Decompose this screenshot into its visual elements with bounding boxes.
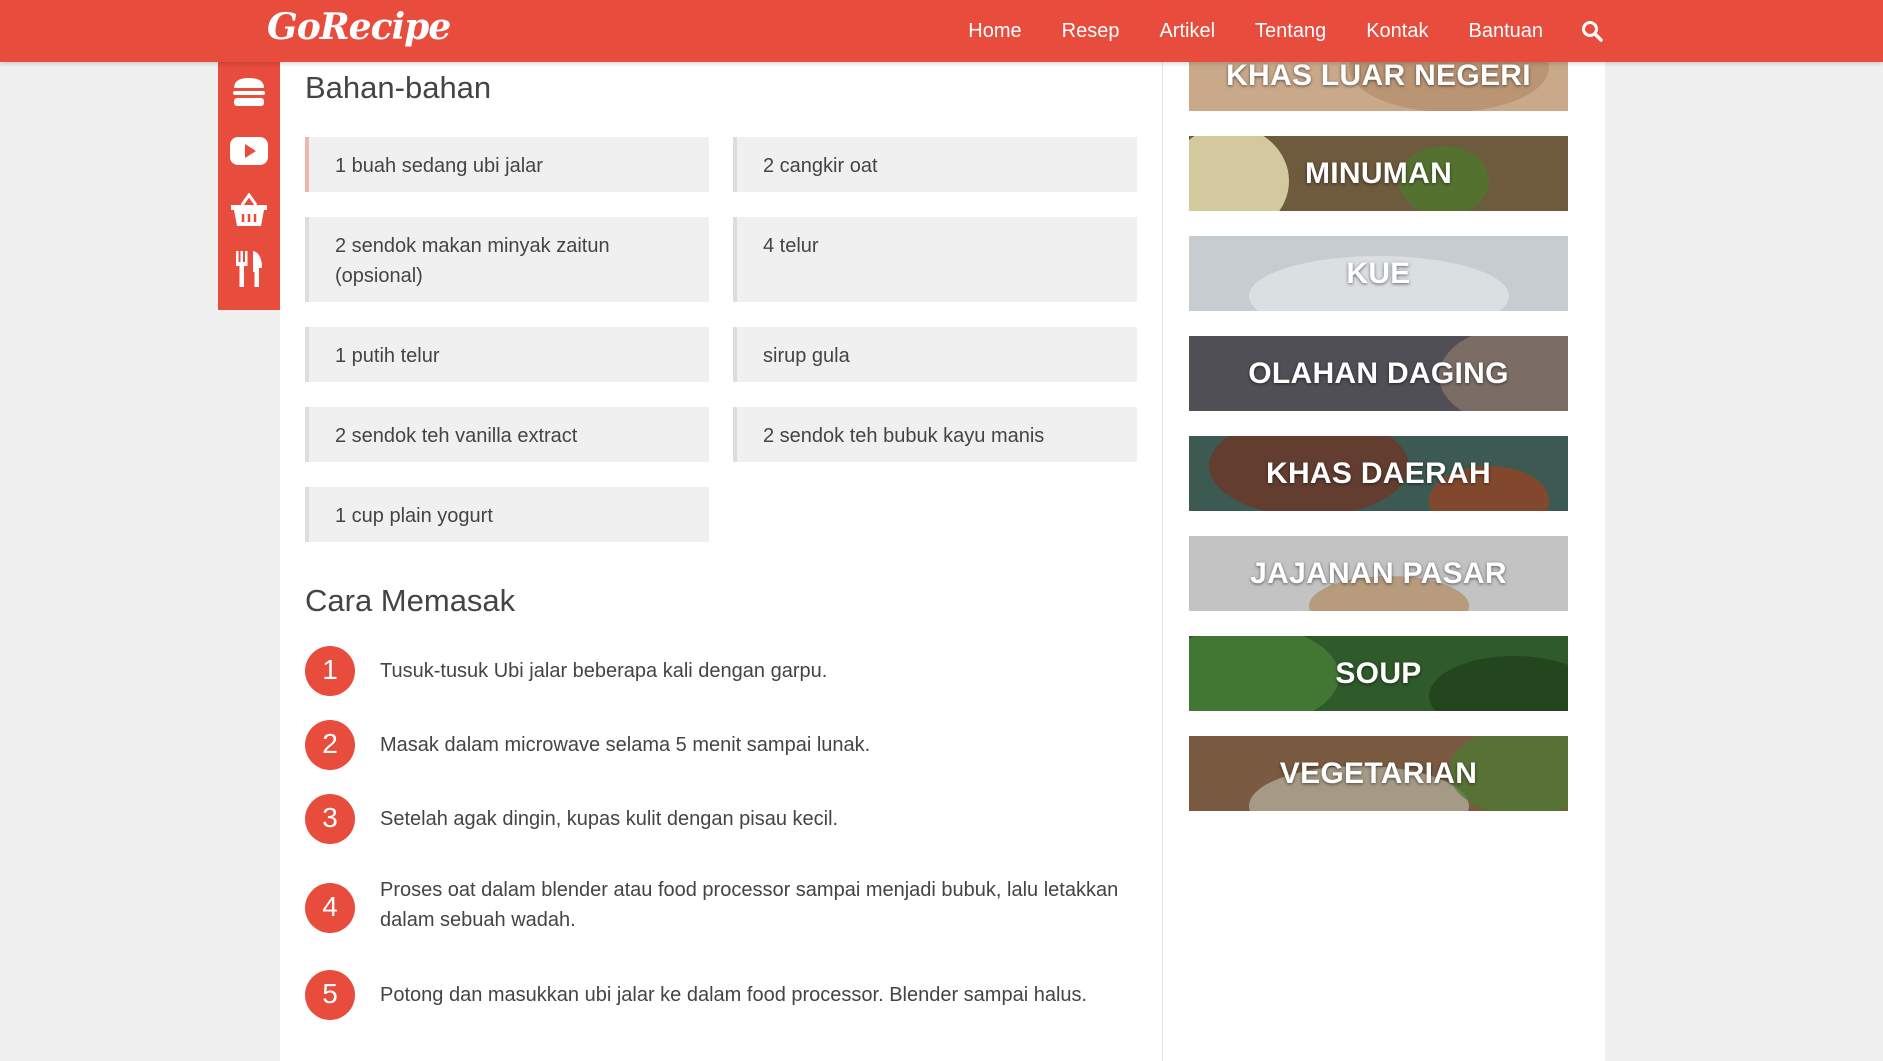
step-number: 1 (305, 646, 355, 696)
youtube-icon[interactable] (229, 133, 269, 170)
step-text: Tusuk-tusuk Ubi jalar beberapa kali deng… (380, 660, 828, 682)
top-navbar: GoRecipe Home Resep Artikel Tentang Kont… (0, 0, 1883, 62)
step-text: Potong dan masukkan ubi jalar ke dalam f… (380, 984, 1088, 1006)
category-olahan-daging[interactable]: OLAHAN DAGING (1189, 336, 1568, 411)
step-text: Masak dalam microwave selama 5 menit sam… (380, 734, 871, 756)
utensils-icon[interactable] (229, 250, 269, 288)
nav-bantuan[interactable]: Bantuan (1468, 20, 1543, 43)
ingredient-item: 1 putih telur (305, 327, 709, 382)
category-label: KUE (1346, 256, 1411, 290)
category-soup[interactable]: SOUP (1189, 636, 1568, 711)
nav-kontak[interactable]: Kontak (1366, 20, 1428, 43)
step-item: 3 Setelah agak dingin, kupas kulit denga… (305, 794, 1135, 846)
category-image (1189, 136, 1289, 211)
burger-icon[interactable] (229, 74, 269, 111)
step-item: 2 Masak dalam microwave selama 5 menit s… (305, 720, 1135, 772)
ingredient-item: 4 telur (733, 217, 1137, 302)
nav-menu: Home Resep Artikel Tentang Kontak Bantua… (928, 0, 1603, 62)
category-minuman[interactable]: MINUMAN (1189, 136, 1568, 211)
category-label: OLAHAN DAGING (1248, 356, 1509, 390)
steps-title: Cara Memasak (305, 583, 516, 618)
search-icon[interactable] (1581, 20, 1603, 42)
step-item: 4 Proses oat dalam blender atau food pro… (305, 879, 1135, 946)
ingredient-item: sirup gula (733, 327, 1137, 382)
step-number: 2 (305, 720, 355, 770)
step-text: Proses oat dalam blender atau food proce… (380, 879, 1119, 931)
step-number: 4 (305, 883, 355, 933)
ingredients-title: Bahan-bahan (305, 70, 492, 105)
category-khas-luar-negeri[interactable]: KHAS LUAR NEGERI (1189, 62, 1568, 111)
category-label: SOUP (1335, 656, 1422, 690)
nav-resep[interactable]: Resep (1062, 20, 1120, 43)
category-label: MINUMAN (1304, 156, 1453, 190)
category-kue[interactable]: KUE (1189, 236, 1568, 311)
ingredient-item: 1 buah sedang ubi jalar (305, 137, 709, 192)
category-image (1189, 636, 1339, 711)
category-jajanan-pasar[interactable]: JAJANAN PASAR (1189, 536, 1568, 611)
ingredient-item: 2 sendok teh bubuk kayu manis (733, 407, 1137, 462)
category-label: VEGETARIAN (1279, 756, 1478, 790)
category-label: JAJANAN PASAR (1250, 556, 1507, 590)
step-item: 1 Tusuk-tusuk Ubi jalar beberapa kali de… (305, 646, 1135, 698)
step-text: Setelah agak dingin, kupas kulit dengan … (380, 808, 839, 830)
site-logo[interactable]: GoRecipe (267, 6, 451, 48)
ingredient-item: 2 sendok makan minyak zaitun (opsional) (305, 217, 709, 302)
nav-home[interactable]: Home (968, 20, 1021, 43)
ingredient-item: 2 sendok teh vanilla extract (305, 407, 709, 462)
category-label: KHAS DAERAH (1266, 456, 1491, 490)
nav-tentang[interactable]: Tentang (1255, 20, 1326, 43)
category-vegetarian[interactable]: VEGETARIAN (1189, 736, 1568, 811)
step-number: 5 (305, 970, 355, 1020)
column-divider (1162, 62, 1163, 1061)
category-image (1429, 656, 1568, 711)
nav-artikel[interactable]: Artikel (1159, 20, 1215, 43)
step-item: 5 Potong dan masukkan ubi jalar ke dalam… (305, 970, 1135, 1022)
side-share-strip (218, 62, 280, 310)
ingredient-item: 1 cup plain yogurt (305, 487, 709, 542)
basket-icon[interactable] (229, 191, 269, 228)
category-label: KHAS LUAR NEGERI (1226, 62, 1531, 92)
category-khas-daerah[interactable]: KHAS DAERAH (1189, 436, 1568, 511)
step-number: 3 (305, 794, 355, 844)
ingredient-item: 2 cangkir oat (733, 137, 1137, 192)
